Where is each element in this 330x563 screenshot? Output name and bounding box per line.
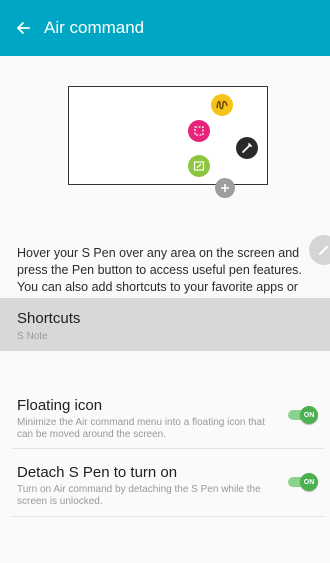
divider [12,516,324,517]
air-command-pen-icon [236,137,258,159]
smart-select-icon [188,120,210,142]
shortcuts-title: Shortcuts [17,310,81,327]
detach-spen-setting[interactable]: Detach S Pen to turn on Turn on Air comm… [0,450,330,520]
shortcuts-item[interactable]: Shortcuts S Note [0,298,330,351]
add-shortcut-icon [215,178,235,198]
floating-icon-setting[interactable]: Floating icon Minimize the Air command m… [0,383,330,453]
shortcuts-subtitle: S Note [17,331,48,342]
air-command-preview [68,86,268,198]
detach-spen-toggle[interactable]: ON [288,473,320,491]
setting-title: Floating icon [17,397,103,414]
arrow-left-icon [17,22,30,34]
toggle-knob: ON [300,406,318,424]
setting-subtitle: Minimize the Air command menu into a flo… [17,417,265,440]
floating-icon-toggle[interactable]: ON [288,406,320,424]
toggle-knob: ON [300,473,318,491]
app-bar: Air command [0,0,330,56]
divider [12,448,324,449]
action-memo-icon [211,94,233,116]
page-title: Air command [44,18,145,37]
setting-subtitle: Turn on Air command by detaching the S P… [17,484,261,507]
setting-title: Detach S Pen to turn on [17,464,178,481]
screen-write-icon [188,155,210,177]
back-button[interactable] [12,17,34,39]
